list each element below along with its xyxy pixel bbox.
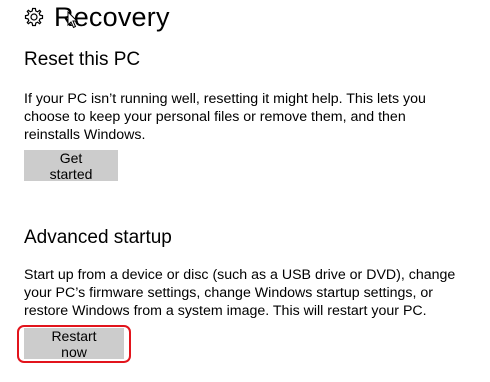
page-header: Recovery [24, 0, 170, 34]
gear-icon [24, 7, 44, 27]
advanced-startup-heading: Advanced startup [24, 227, 172, 248]
reset-section-description: If your PC isn’t running well, resetting… [24, 91, 426, 143]
advanced-startup-description: Start up from a device or disc (such as … [24, 267, 456, 319]
mouse-cursor-icon [67, 11, 79, 29]
reset-section-heading: Reset this PC [24, 49, 141, 70]
get-started-button[interactable]: Get started [24, 150, 118, 182]
recovery-settings-page: Recovery Reset this PC If your PC isn’t … [0, 0, 490, 382]
restart-now-button[interactable]: Restart now [24, 328, 124, 360]
